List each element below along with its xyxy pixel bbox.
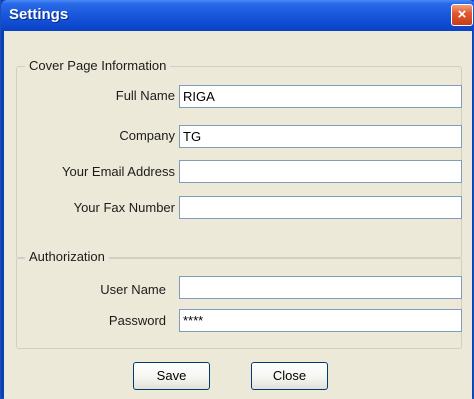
password-label: Password: [108, 313, 166, 328]
close-button[interactable]: Close: [251, 362, 328, 390]
password-field[interactable]: ****: [179, 309, 462, 332]
authorization-legend: Authorization: [25, 249, 109, 264]
window-close-button[interactable]: ×: [451, 4, 473, 26]
username-label: User Name: [100, 282, 166, 297]
cover-page-legend: Cover Page Information: [25, 58, 171, 73]
email-label: Your Email Address: [62, 164, 175, 179]
username-field[interactable]: [179, 276, 462, 299]
dialog-body: Cover Page Information Full Name RIGA Co…: [4, 31, 472, 399]
fax-label: Your Fax Number: [73, 200, 175, 215]
window-title: Settings: [9, 6, 69, 23]
save-button[interactable]: Save: [133, 362, 210, 390]
title-bar[interactable]: Settings ×: [1, 0, 474, 31]
full-name-field[interactable]: RIGA: [179, 85, 462, 108]
settings-dialog: Settings × Cover Page Information Full N…: [0, 0, 474, 399]
authorization-group: Authorization: [16, 249, 462, 349]
full-name-label: Full Name: [115, 88, 175, 103]
company-label: Company: [119, 128, 175, 143]
company-field[interactable]: TG: [179, 125, 462, 148]
fax-field[interactable]: [179, 196, 462, 219]
email-field[interactable]: [179, 160, 462, 183]
